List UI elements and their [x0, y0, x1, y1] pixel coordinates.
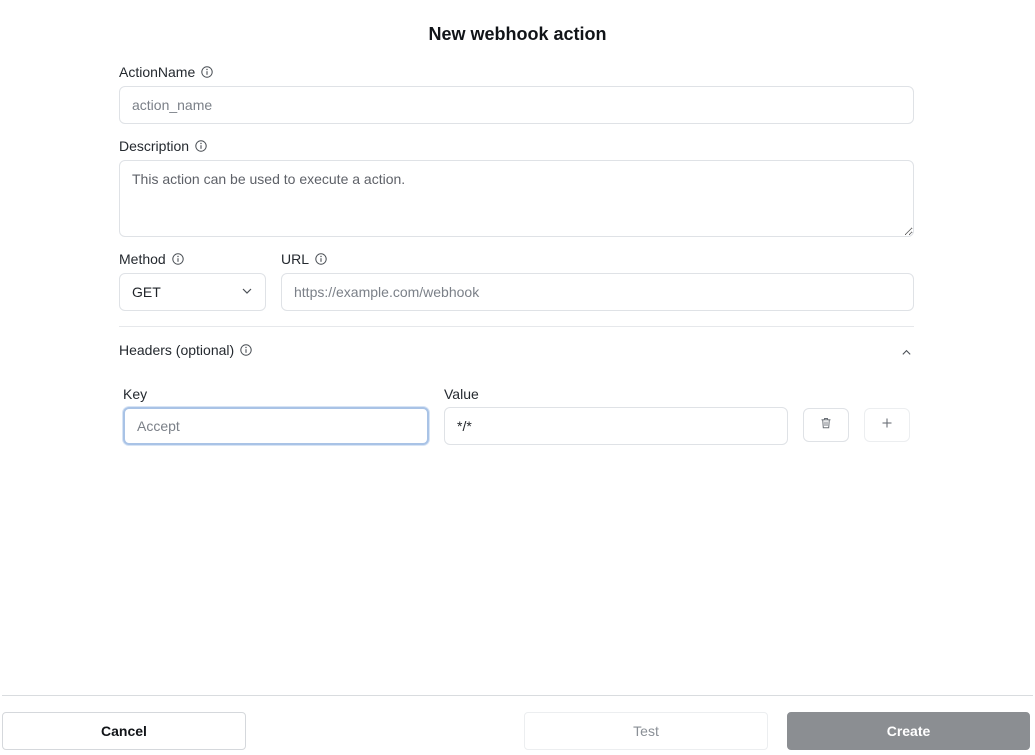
- url-input[interactable]: [281, 273, 914, 311]
- header-key-label: Key: [123, 386, 148, 402]
- cancel-button[interactable]: Cancel: [2, 712, 246, 750]
- headers-label-row: Headers (optional): [119, 340, 252, 360]
- action-name-input[interactable]: [119, 86, 914, 124]
- method-select[interactable]: GET: [119, 273, 266, 311]
- header-value-label-row: Value: [444, 384, 479, 404]
- trash-icon: [820, 416, 832, 434]
- url-label: URL: [281, 251, 310, 267]
- action-name-label: ActionName: [119, 64, 196, 80]
- info-icon[interactable]: [195, 140, 207, 152]
- url-label-row: URL: [281, 249, 327, 269]
- plus-icon: [881, 416, 893, 434]
- headers-label: Headers (optional): [119, 342, 235, 358]
- add-header-button[interactable]: [864, 408, 910, 442]
- info-icon[interactable]: [315, 253, 327, 265]
- test-button[interactable]: Test: [524, 712, 768, 750]
- info-icon[interactable]: [240, 344, 252, 356]
- method-label-row: Method: [119, 249, 184, 269]
- delete-header-button[interactable]: [803, 408, 849, 442]
- method-selected-value: GET: [132, 284, 161, 300]
- footer-divider: [2, 695, 1033, 696]
- method-label: Method: [119, 251, 166, 267]
- chevron-down-icon: [241, 284, 253, 300]
- header-key-label-row: Key: [123, 384, 147, 404]
- section-divider: [119, 326, 914, 327]
- dialog-title: New webhook action: [428, 24, 607, 44]
- description-label-row: Description: [119, 136, 207, 156]
- header-value-input[interactable]: [444, 407, 788, 445]
- action-name-label-row: ActionName: [119, 62, 213, 82]
- info-icon[interactable]: [201, 66, 213, 78]
- chevron-up-icon[interactable]: [898, 344, 914, 360]
- create-button[interactable]: Create: [787, 712, 1030, 750]
- header-key-input[interactable]: [123, 407, 429, 445]
- description-label: Description: [119, 138, 190, 154]
- webhook-action-dialog: New webhook action ActionName Descriptio…: [0, 0, 1035, 755]
- info-icon[interactable]: [172, 253, 184, 265]
- description-textarea[interactable]: [119, 160, 914, 237]
- header-value-label: Value: [444, 386, 479, 402]
